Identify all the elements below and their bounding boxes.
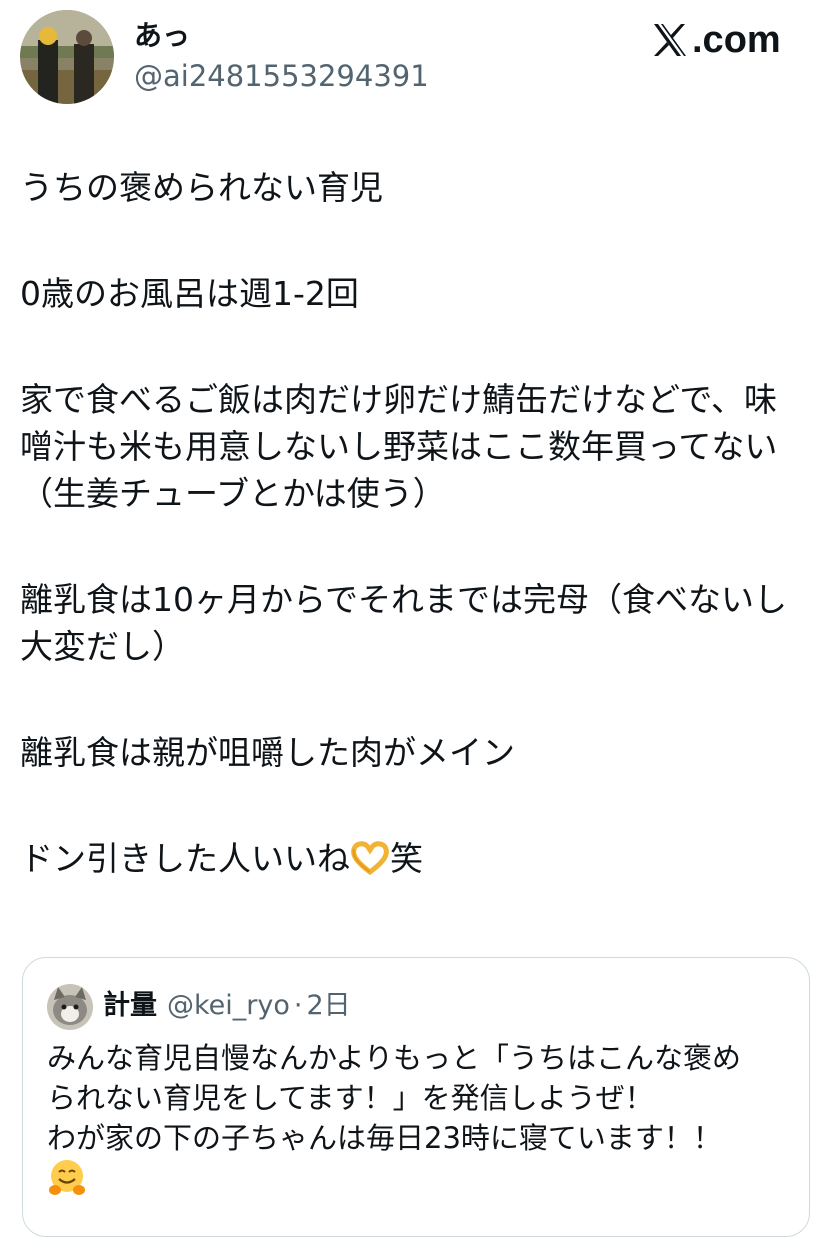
quoted-tweet-header: 計量 @kei_ryo · 2日 — [103, 986, 351, 1026]
quoted-author-name[interactable]: 計量 — [103, 990, 157, 1021]
quoted-line: わが家の下の子ちゃんは毎日23時に寝ています！！ — [47, 1121, 722, 1155]
tweet-line: （生姜チューブとかは使う） — [20, 474, 446, 513]
tweet-line: 0歳のお風呂は週1-2回 — [20, 274, 359, 313]
quoted-separator: · — [293, 990, 303, 1021]
quoted-tweet-card[interactable]: 計量 @kei_ryo · 2日 みんな育児自慢なんかよりもっと「うちはこんな褒め ら… — [22, 957, 810, 1237]
x-logo: .com — [650, 18, 781, 62]
tweet-line: 大変だし） — [20, 627, 185, 666]
author-handle[interactable]: @ai2481553294391 — [134, 58, 429, 94]
tweet-line: うちの褒められない育児 — [20, 168, 383, 207]
x-icon — [654, 24, 686, 56]
tweet-line: 家で食べるご飯は肉だけ卵だけ鯖缶だけなどで、味 — [20, 380, 778, 419]
heart-hands-emoji-icon — [350, 840, 390, 887]
tweet-line: 噌汁も米も用意しないし野菜はここ数年買ってない — [20, 427, 778, 466]
author-avatar[interactable] — [20, 10, 114, 104]
tweet-line: 離乳食は親が咀嚼した肉がメイン — [20, 733, 515, 772]
author-display-name[interactable]: あっ — [134, 18, 190, 54]
x-logo-domain: .com — [692, 19, 781, 61]
quoted-emoji-line — [47, 1158, 797, 1198]
tweet-text: うちの褒められない育児 0歳のお風呂は週1-2回 家で食べるご飯は肉だけ卵だけ鯖… — [20, 164, 810, 882]
tweet-line-last: ドン引きした人いいね 笑 — [20, 835, 810, 882]
quoted-line: られない育児をしてます！」を発信しようぜ！ — [47, 1081, 654, 1115]
quoted-author-avatar[interactable] — [47, 984, 93, 1030]
tweet-line-text: ドン引きした人いいね — [20, 839, 350, 878]
quoted-timestamp[interactable]: 2日 — [306, 990, 350, 1021]
quoted-tweet-text: みんな育児自慢なんかよりもっと「うちはこんな褒め られない育児をしてます！」を発… — [47, 1038, 797, 1198]
tweet-line-text-suffix: 笑 — [390, 839, 423, 878]
quoted-author-handle[interactable]: @kei_ryo — [167, 990, 290, 1021]
tweet-line: 離乳食は10ヶ月からでそれまでは完母（食べないし — [20, 580, 788, 619]
quoted-line: みんな育児自慢なんかよりもっと「うちはこんな褒め — [47, 1041, 741, 1075]
